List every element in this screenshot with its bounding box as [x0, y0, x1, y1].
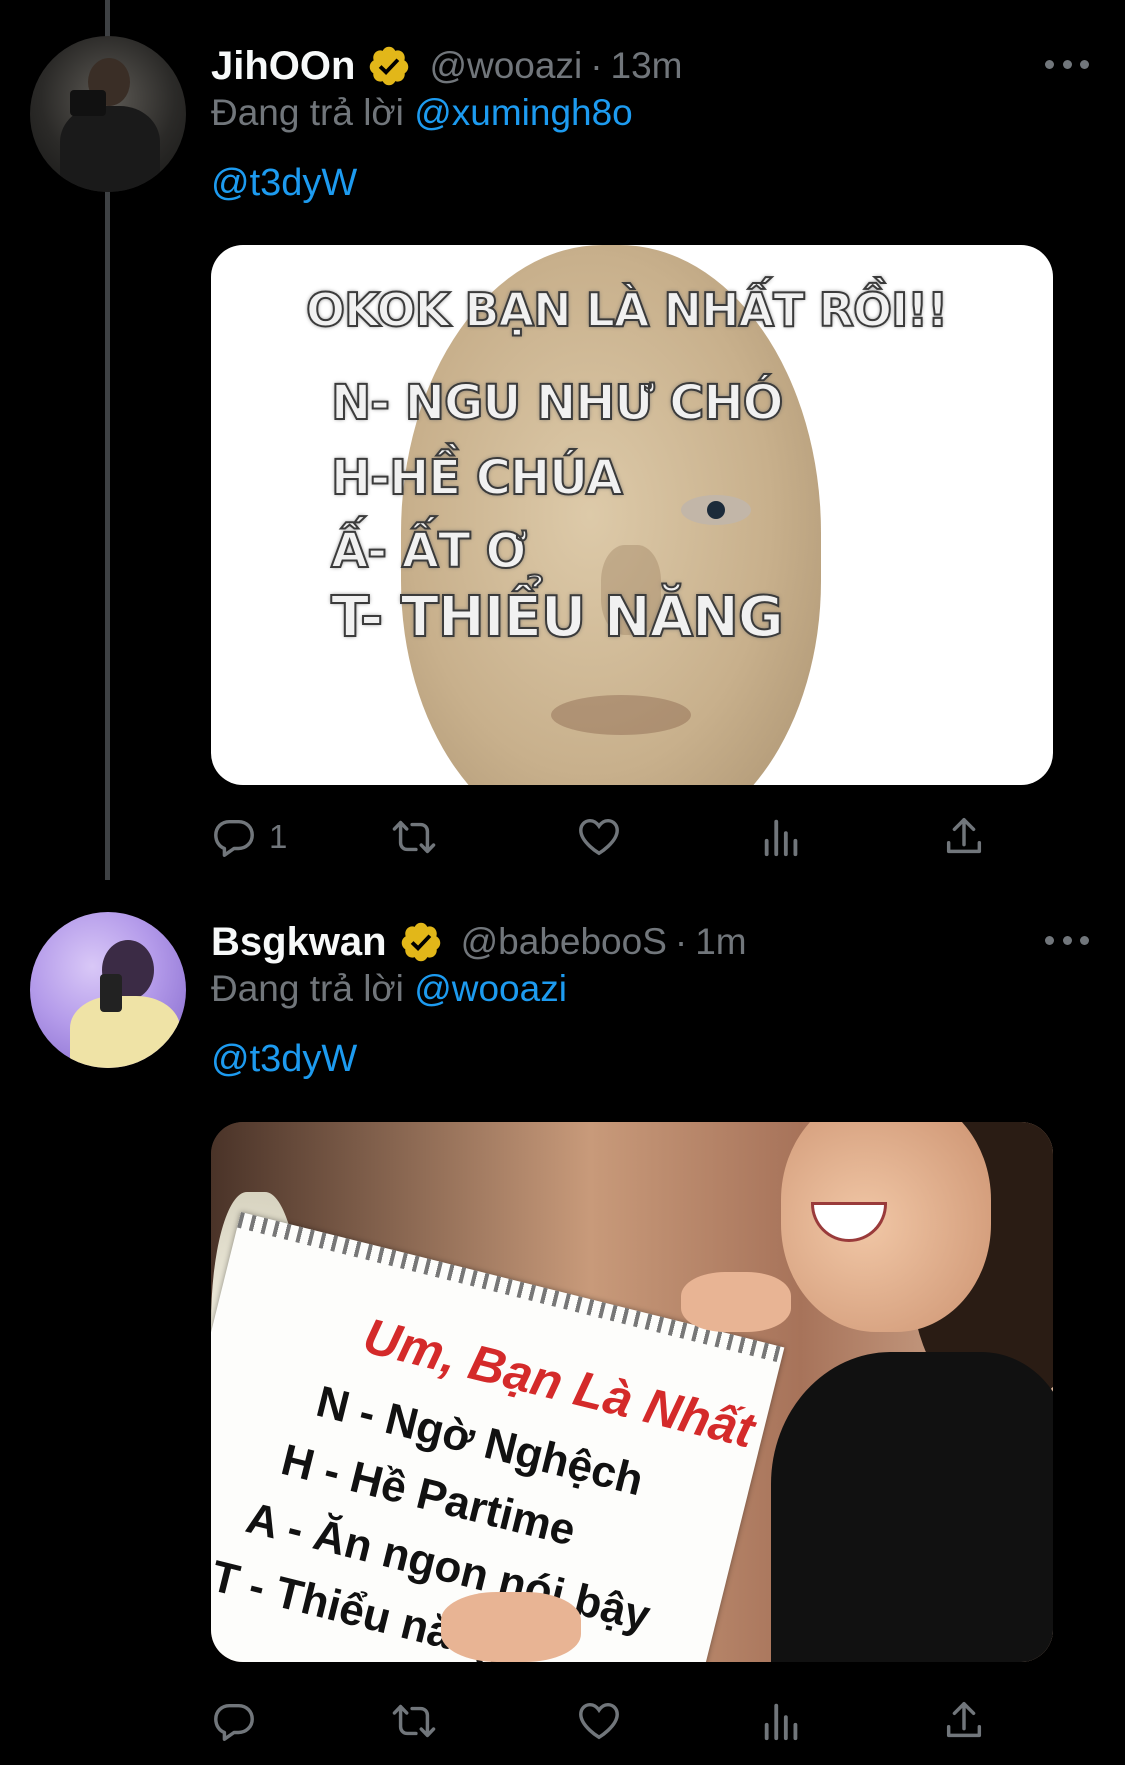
- share-button[interactable]: [941, 1691, 987, 1751]
- image-caption-title: OKOK BẠN LÀ NHẤT RỒI!!: [305, 282, 949, 338]
- reply-icon: [214, 1703, 254, 1741]
- display-name[interactable]: JihOOn: [211, 44, 355, 89]
- reply-context: Đang trả lời @xumingh8o: [211, 92, 633, 134]
- reply-prefix: Đang trả lời: [211, 92, 404, 133]
- image-caption-line: H-HỀ CHÚA: [330, 449, 624, 507]
- retweet-button[interactable]: [391, 807, 437, 867]
- reply-button[interactable]: [211, 1691, 269, 1751]
- tweet[interactable]: JihOOn @wooazi · 13m Đang trả lời @xumin…: [0, 0, 1125, 880]
- tweet-header: Bsgkwan @babebooS · 1m: [211, 916, 747, 968]
- image-hand: [441, 1592, 581, 1662]
- more-icon[interactable]: [1045, 52, 1089, 76]
- tweet-image[interactable]: Um, Bạn Là Nhất N - Ngờ Nghệch H - Hề Pa…: [211, 1122, 1053, 1662]
- image-person-shirt: [771, 1352, 1053, 1662]
- reply-target-link[interactable]: @wooazi: [414, 968, 567, 1009]
- retweet-button[interactable]: [391, 1691, 437, 1751]
- views-button[interactable]: [759, 1691, 805, 1751]
- verified-badge-icon: [401, 922, 440, 962]
- more-icon[interactable]: [1045, 928, 1089, 952]
- display-name[interactable]: Bsgkwan: [211, 920, 387, 965]
- heart-icon: [579, 1702, 619, 1740]
- image-caption-line: N- NGU NHƯ CHÓ: [330, 374, 784, 432]
- avatar[interactable]: [30, 36, 186, 192]
- reply-context: Đang trả lời @wooazi: [211, 968, 567, 1010]
- tweet[interactable]: Bsgkwan @babebooS · 1m Đang trả lời @woo…: [0, 880, 1125, 1765]
- verified-badge-icon: [370, 46, 409, 86]
- reply-icon: [214, 819, 254, 857]
- tweet-text-mention[interactable]: @t3dyW: [211, 1038, 357, 1081]
- heart-icon: [579, 818, 619, 856]
- user-handle[interactable]: @babebooS: [461, 921, 667, 963]
- share-button[interactable]: [941, 807, 987, 867]
- image-hand: [681, 1272, 791, 1332]
- share-icon: [946, 818, 982, 854]
- reply-button[interactable]: 1: [211, 807, 287, 867]
- views-icon: [764, 1703, 798, 1741]
- separator-dot: ·: [674, 921, 688, 962]
- reply-prefix: Đang trả lời: [211, 968, 404, 1009]
- image-caption-line: Ấ- ẤT Ơ: [330, 522, 528, 580]
- avatar[interactable]: [30, 912, 186, 1068]
- views-button[interactable]: [759, 807, 805, 867]
- retweet-icon: [392, 820, 436, 854]
- image-person-face: [781, 1122, 991, 1332]
- share-icon: [946, 1702, 982, 1738]
- like-button[interactable]: [576, 807, 622, 867]
- reply-count: 1: [269, 818, 288, 855]
- like-button[interactable]: [576, 1691, 622, 1751]
- tweet-header: JihOOn @wooazi · 13m: [211, 40, 683, 92]
- image-caption-line: T- THIỂU NĂNG: [330, 584, 785, 651]
- timestamp[interactable]: 1m: [695, 921, 746, 963]
- tweet-text-mention[interactable]: @t3dyW: [211, 162, 357, 205]
- action-bar: [211, 1691, 1091, 1751]
- user-handle[interactable]: @wooazi: [429, 45, 582, 87]
- separator-dot: ·: [590, 45, 603, 86]
- action-bar: 1: [211, 807, 1091, 867]
- tweet-image[interactable]: OKOK BẠN LÀ NHẤT RỒI!! N- NGU NHƯ CHÓ H-…: [211, 245, 1053, 785]
- timestamp[interactable]: 13m: [611, 45, 683, 87]
- views-icon: [764, 819, 798, 857]
- reply-target-link[interactable]: @xumingh8o: [414, 92, 633, 133]
- retweet-icon: [392, 1704, 436, 1738]
